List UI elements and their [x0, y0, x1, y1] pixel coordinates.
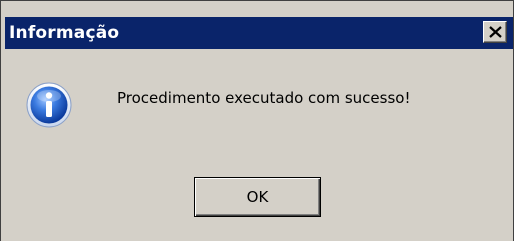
- close-button[interactable]: [483, 21, 507, 43]
- window-title: Informação: [9, 23, 120, 43]
- ok-button[interactable]: OK: [194, 177, 321, 217]
- info-icon: [25, 81, 73, 129]
- message-text: Procedimento executado com sucesso!: [117, 89, 411, 107]
- dialog-body: Procedimento executado com sucesso! OK: [1, 49, 513, 242]
- close-icon: [489, 26, 502, 38]
- ok-button-label: OK: [246, 188, 269, 206]
- title-bar-accent: [1, 17, 5, 49]
- dialog-window: Informação Procedimento executado com su…: [0, 0, 514, 241]
- title-bar[interactable]: Informação: [1, 17, 513, 49]
